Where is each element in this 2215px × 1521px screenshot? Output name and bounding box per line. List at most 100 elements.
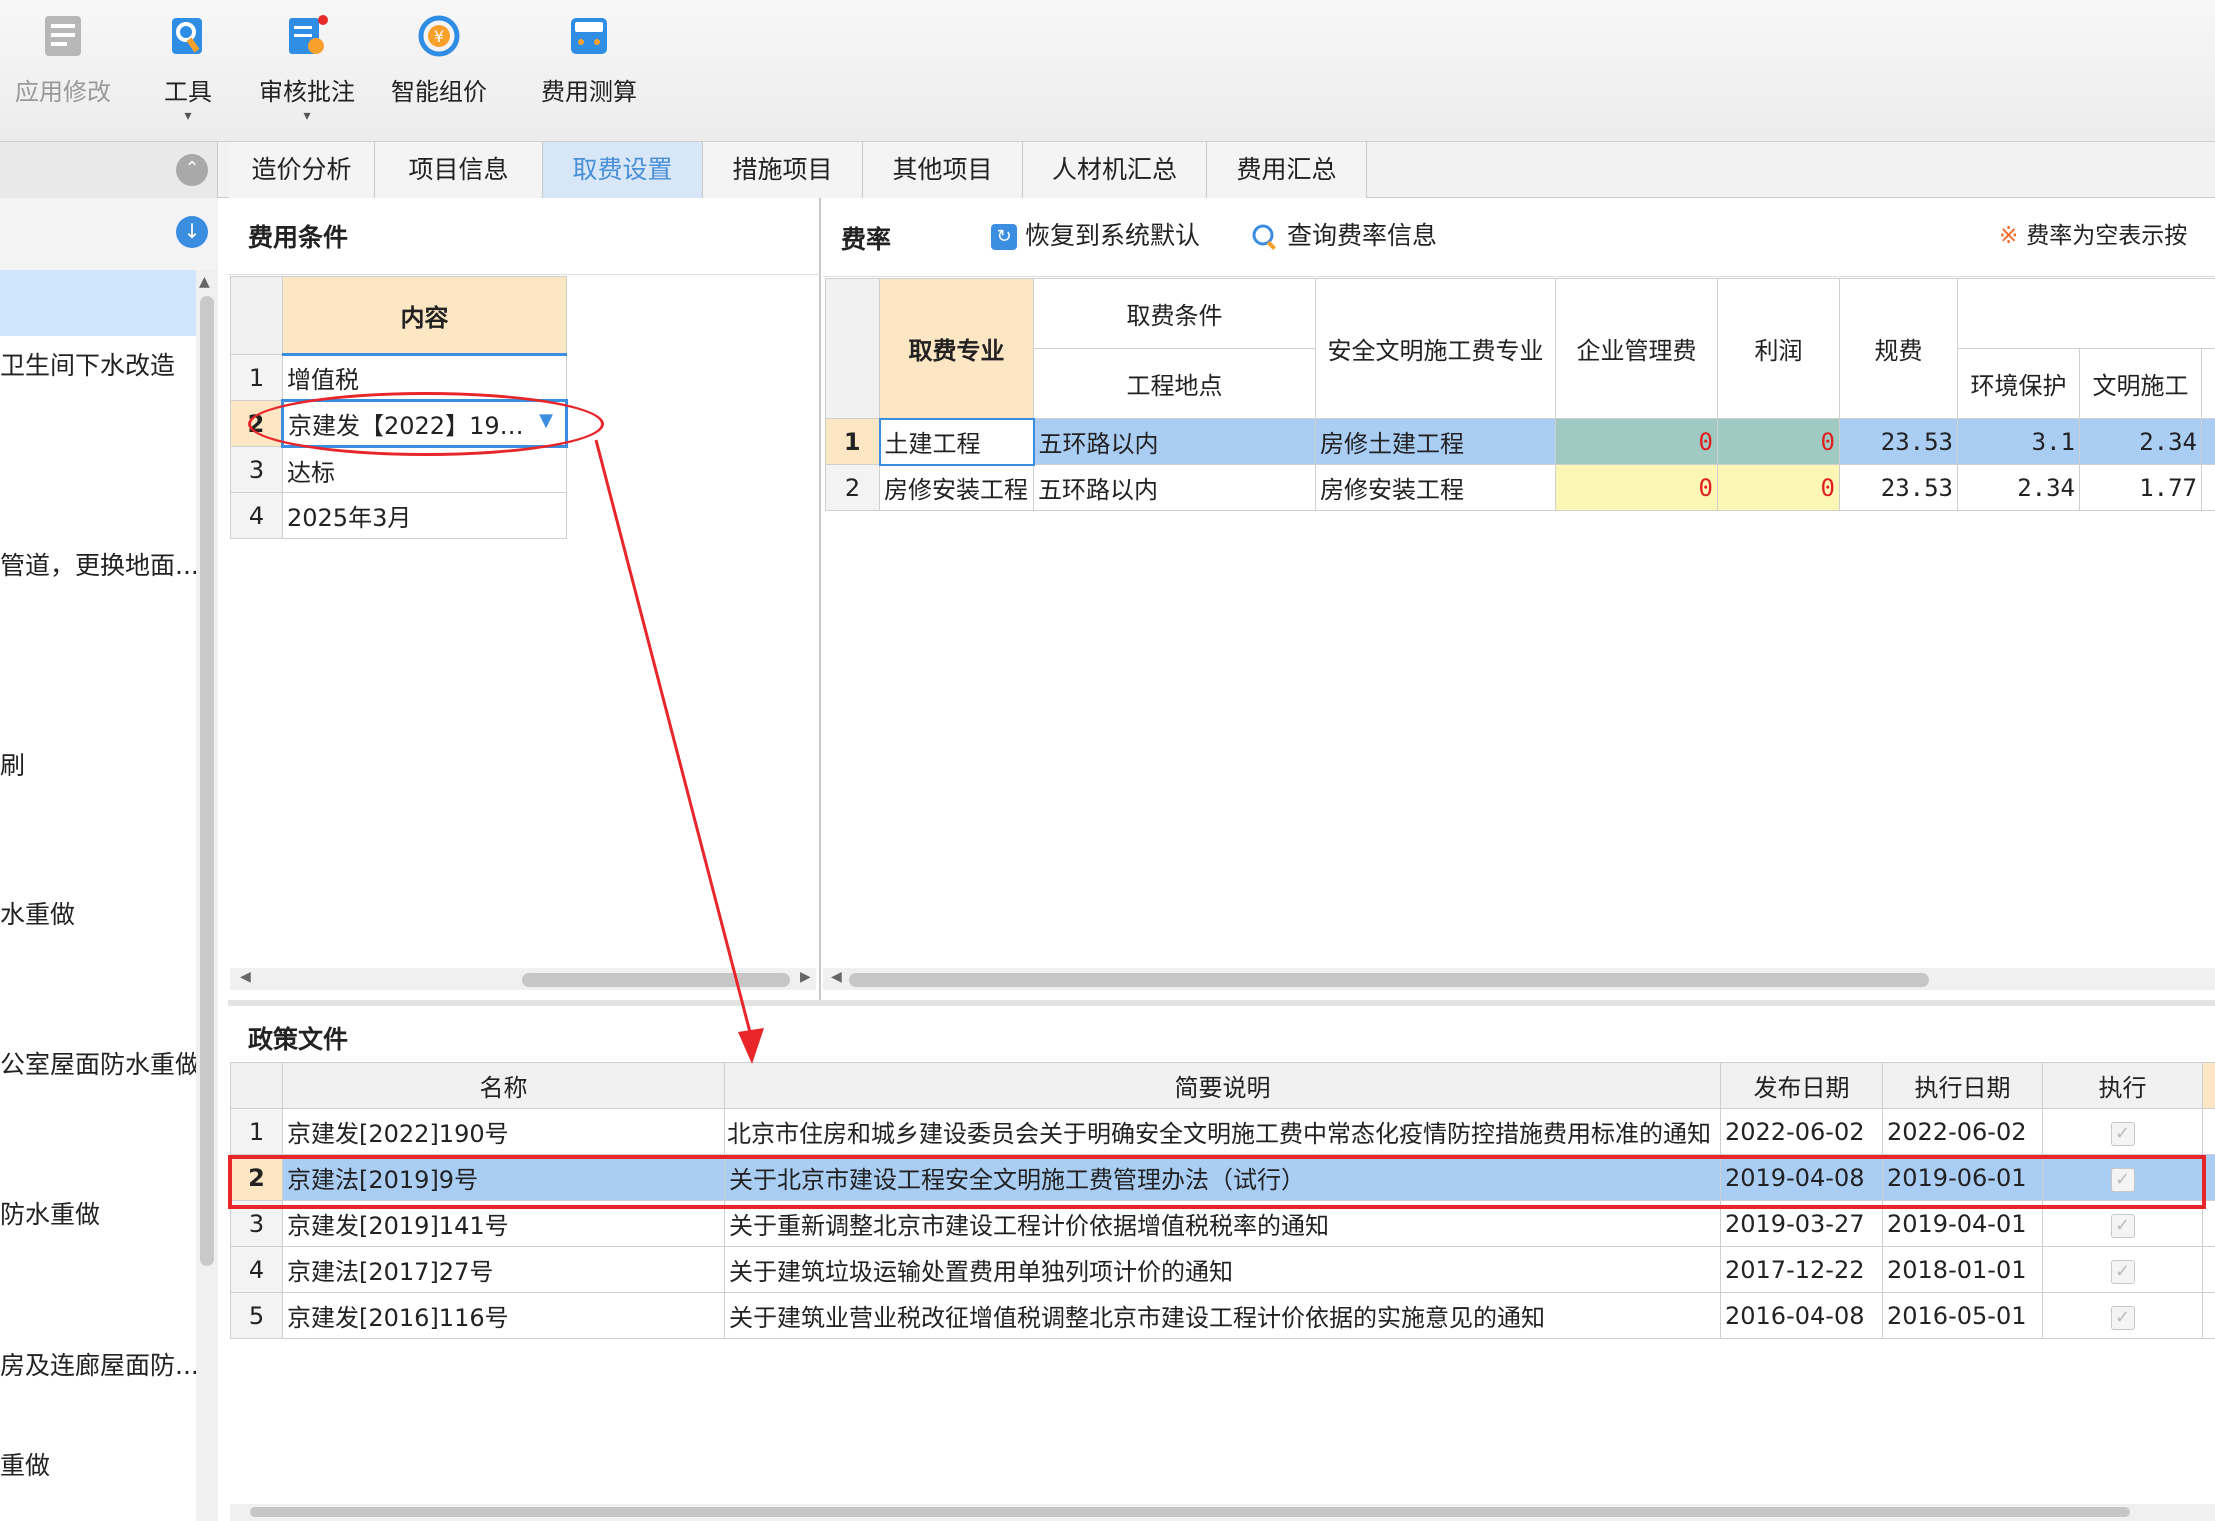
scroll-right-arrow-icon[interactable]: ▶ [800, 969, 811, 985]
execute-column-header: 执行 [2042, 1062, 2203, 1109]
fee-conditions-hscrollbar[interactable]: ◀ ▶ [230, 968, 816, 990]
specialty-column-header: 取费专业 [879, 278, 1034, 419]
profit-cell[interactable]: 0 [1717, 464, 1840, 511]
policy-name-cell[interactable]: 京建法[2017]27号 [282, 1246, 725, 1293]
cost-calculator-icon [571, 18, 607, 54]
download-icon[interactable]: ↓ [176, 216, 208, 248]
statutory-fees-column-header: 规费 [1839, 278, 1958, 419]
policy-row[interactable]: 5 京建发[2016]116号 关于建筑业营业税改征增值税调整北京市建设工程计价… [230, 1292, 2215, 1339]
scrollbar-thumb[interactable] [250, 1507, 2130, 1517]
fee-rate-row[interactable]: 2 房修安装工程 五环路以内 房修安装工程 0 0 23.53 2.34 1.7… [825, 464, 2215, 511]
tree-item[interactable]: 水重做 [0, 895, 196, 931]
scroll-left-arrow-icon[interactable]: ◀ [240, 969, 251, 985]
policy-name-cell[interactable]: 京建发[2016]116号 [282, 1292, 725, 1339]
tab-project-info[interactable]: 项目信息 [375, 142, 543, 198]
rownum-header [230, 1062, 283, 1109]
condition-column-header: 取费条件 [1033, 278, 1316, 349]
tree-item[interactable]: 房及连廊屋面防... [0, 1346, 196, 1382]
policy-description-cell[interactable]: 北京市住房和城乡建设委员会关于明确安全文明施工费中常态化疫情防控措施费用标准的通… [724, 1108, 1721, 1155]
fee-conditions-panel: 费用条件 内容 1 增值税 2 京建发【2022】19… ▼ 3 达标 4 20… [228, 198, 821, 1000]
tab-measures[interactable]: 措施项目 [703, 142, 863, 198]
location-cell[interactable]: 五环路以内 [1033, 418, 1316, 465]
fee-rate-row[interactable]: 1 土建工程 五环路以内 房修土建工程 0 0 23.53 3.1 2.34 [825, 417, 2215, 466]
location-column-header: 工程地点 [1033, 348, 1316, 419]
safety-specialty-column-header: 安全文明施工费专业 [1315, 278, 1556, 419]
safety-civil-group-header [1957, 278, 2215, 349]
env-protection-column-header: 环境保护 [1957, 348, 2080, 419]
statutory-fees-cell[interactable]: 23.53 [1839, 418, 1958, 465]
publish-date-cell: 2016-04-08 [1720, 1292, 1883, 1339]
review-dropdown-caret[interactable]: ▾ [252, 108, 362, 124]
query-rate-info-button[interactable]: 查询费率信息 [1251, 216, 1437, 252]
truncated-cell [2202, 1292, 2215, 1339]
row-number: 2 [825, 464, 880, 511]
review-annotate-button[interactable]: 审核批注 ▾ [252, 8, 362, 133]
tab-fee-settings[interactable]: 取费设置 [543, 142, 703, 198]
fee-rates-hscrollbar[interactable]: ◀ [823, 968, 2215, 990]
civil-construction-cell[interactable]: 2.34 [2079, 418, 2202, 465]
policy-row[interactable]: 1 京建发[2022]190号 北京市住房和城乡建设委员会关于明确安全文明施工费… [230, 1108, 2215, 1155]
profit-cell[interactable]: 0 [1717, 418, 1840, 465]
policy-description-cell[interactable]: 关于建筑业营业税改征增值税调整北京市建设工程计价依据的实施意见的通知 [724, 1292, 1721, 1339]
truncated-column-header [2202, 1062, 2215, 1109]
tree-item[interactable]: 管道，更换地面... [0, 546, 196, 582]
divider [228, 274, 821, 275]
scrollbar-thumb[interactable] [849, 973, 1929, 987]
row-number: 1 [825, 418, 880, 465]
restore-defaults-label: 恢复到系统默认 [1025, 221, 1201, 250]
execute-checkbox[interactable]: ✓ [2110, 1214, 2135, 1238]
scrollbar-thumb[interactable] [522, 973, 790, 987]
tree-item[interactable]: 公室屋面防水重做 [0, 1045, 196, 1081]
execute-checkbox[interactable]: ✓ [2110, 1122, 2135, 1146]
row-number: 4 [230, 1246, 283, 1293]
tree-item[interactable]: 刷 [0, 746, 196, 782]
env-protection-cell[interactable]: 2.34 [1957, 464, 2080, 511]
policy-hscrollbar[interactable] [230, 1504, 2215, 1521]
tree-item[interactable]: 防水重做 [0, 1195, 196, 1231]
tab-cost-analysis[interactable]: 造价分析 [229, 142, 375, 198]
policy-row[interactable]: 4 京建法[2017]27号 关于建筑垃圾运输处置费用单独列项计价的通知 201… [230, 1246, 2215, 1293]
content-column-header: 内容 [282, 276, 567, 356]
scroll-up-arrow-icon[interactable]: ▲ [199, 274, 210, 290]
collapse-up-icon[interactable]: ⌃ [176, 154, 208, 186]
scroll-left-arrow-icon[interactable]: ◀ [831, 969, 842, 985]
policy-description-cell[interactable]: 关于建筑垃圾运输处置费用单独列项计价的通知 [724, 1246, 1721, 1293]
tab-labor-material-summary[interactable]: 人材机汇总 [1023, 142, 1207, 198]
location-cell[interactable]: 五环路以内 [1033, 464, 1316, 511]
statutory-fees-cell[interactable]: 23.53 [1839, 464, 1958, 511]
restore-defaults-button[interactable]: ↻ 恢复到系统默认 [991, 216, 1200, 252]
row-number: 4 [230, 492, 283, 539]
main-tab-strip: ⌃ 造价分析 项目信息 取费设置 措施项目 其他项目 人材机汇总 费用汇总 [0, 142, 2215, 198]
env-protection-cell[interactable]: 3.1 [1957, 418, 2080, 465]
tree-item[interactable]: 卫生间下水改造 [0, 346, 196, 382]
effective-date-cell: 2022-06-02 [1882, 1108, 2043, 1155]
mgmt-fee-cell[interactable]: 0 [1555, 418, 1718, 465]
safety-specialty-cell[interactable]: 房修土建工程 [1315, 418, 1556, 465]
tools-dropdown-caret[interactable]: ▾ [146, 108, 230, 124]
policy-documents-panel: 政策文件 名称 简要说明 发布日期 执行日期 执行 1 京建发[2022]190… [228, 1006, 2215, 1521]
specialty-cell[interactable]: 土建工程 [878, 417, 1035, 466]
tools-icon [172, 18, 202, 54]
rownum-header [825, 278, 880, 419]
scrollbar-thumb[interactable] [200, 296, 214, 1266]
civil-construction-cell[interactable]: 1.77 [2079, 464, 2202, 511]
left-tree-scrollbar[interactable]: ▲ [196, 270, 218, 1521]
specialty-cell[interactable]: 房修安装工程 [879, 464, 1034, 511]
execute-checkbox[interactable]: ✓ [2110, 1306, 2135, 1330]
safety-specialty-cell[interactable]: 房修安装工程 [1315, 464, 1556, 511]
tab-cost-summary[interactable]: 费用汇总 [1207, 142, 1367, 198]
tree-item-selected[interactable] [0, 270, 196, 336]
tree-item[interactable]: 重做 [0, 1446, 196, 1482]
tab-other-items[interactable]: 其他项目 [863, 142, 1023, 198]
effective-date-column-header: 执行日期 [1882, 1062, 2043, 1109]
condition-cell[interactable]: 2025年3月 [282, 492, 567, 539]
mgmt-fee-cell[interactable]: 0 [1555, 464, 1718, 511]
execute-checkbox[interactable]: ✓ [2110, 1260, 2135, 1284]
smart-pricing-button[interactable]: ¥ 智能组价 [384, 8, 494, 133]
policy-name-cell[interactable]: 京建发[2022]190号 [282, 1108, 725, 1155]
empty-rate-note: ※ 费率为空表示按 [1999, 216, 2187, 250]
tools-button[interactable]: 工具 ▾ [146, 8, 230, 133]
apply-changes-button[interactable]: 应用修改 [8, 8, 118, 133]
fee-rates-panel: 费率 ↻ 恢复到系统默认 查询费率信息 ※ 费率为空表示按 取费专业 取费条件 安全… [823, 198, 2215, 1000]
cost-calculator-button[interactable]: 费用测算 [534, 8, 644, 133]
